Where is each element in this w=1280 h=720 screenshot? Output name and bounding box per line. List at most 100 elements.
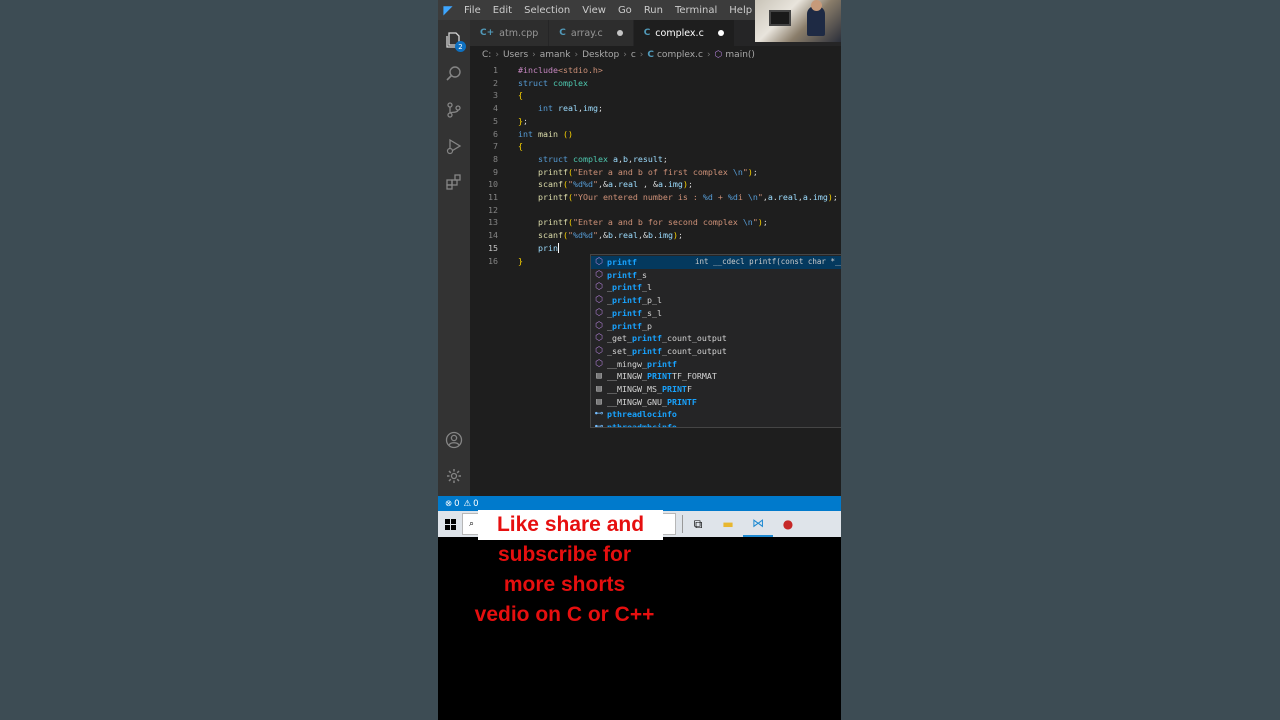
browser-taskbar-icon[interactable]: ●	[773, 511, 803, 537]
video-frame: ◤ File Edit Selection View Go Run Termin…	[438, 0, 841, 720]
suggestion-label: _get_printf_count_output	[607, 333, 727, 344]
code-line[interactable]: 5};	[470, 115, 841, 128]
code-text: }	[518, 255, 523, 266]
suggestion-item[interactable]: ▤ __MINGW_MS_PRINTF	[591, 383, 841, 396]
constant-icon: ▤	[596, 384, 602, 394]
line-number: 2	[493, 77, 498, 88]
explorer-icon[interactable]: 2	[442, 28, 466, 52]
run-debug-icon[interactable]	[442, 134, 466, 158]
account-icon[interactable]	[442, 428, 466, 452]
webcam-person-head	[811, 0, 822, 11]
code-line[interactable]: 3{	[470, 89, 841, 102]
menu-run[interactable]: Run	[638, 5, 669, 16]
constant-icon: ▤	[596, 371, 602, 382]
suggestion-item[interactable]: ▤ __MINGW_GNU_PRINTF	[591, 396, 841, 409]
menu-file[interactable]: File	[458, 5, 487, 16]
code-text: int main ()	[518, 128, 573, 139]
menu-selection[interactable]: Selection	[518, 5, 576, 16]
code-line[interactable]: 2 struct complex	[470, 77, 841, 90]
code-text: prin	[537, 242, 559, 254]
line-number: 1	[493, 65, 498, 75]
suggestion-item[interactable]: ⬡ _printf_l	[591, 281, 841, 294]
tab-complex-c[interactable]: C complex.c	[633, 20, 735, 46]
code-line[interactable]: 10 scanf("%d%d",&a.real , &a.img);	[470, 178, 841, 191]
suggestion-item[interactable]: ⬡ _printf_p	[591, 320, 841, 333]
breadcrumb-symbol[interactable]: main()	[725, 50, 755, 60]
tab-label: array.c	[570, 27, 603, 39]
code-line[interactable]: 6 int main ()	[470, 128, 841, 141]
caption-line: Like share and	[478, 510, 663, 540]
c-file-icon: C	[647, 50, 654, 60]
menu-terminal[interactable]: Terminal	[669, 5, 723, 16]
suggestion-item[interactable]: ⬡ __mingw_printf	[591, 358, 841, 371]
suggestion-label: _printf_l	[607, 282, 652, 293]
method-icon: ⬡	[595, 295, 603, 306]
breadcrumb-item[interactable]: amank	[540, 50, 571, 60]
suggestion-label: __MINGW_MS_PRINTF	[607, 384, 692, 394]
constant-icon: ▤	[596, 396, 602, 407]
tab-atm-cpp[interactable]: C+ atm.cpp	[470, 20, 550, 46]
menu-help[interactable]: Help	[723, 5, 758, 16]
breadcrumb: C: › Users › amank › Desktop › c › C complex.…	[470, 46, 841, 64]
warning-count[interactable]: 0	[473, 499, 478, 509]
line-number: 9	[493, 166, 498, 177]
menu-view[interactable]: View	[576, 5, 612, 16]
search-icon[interactable]	[442, 62, 466, 86]
unsaved-dot-icon[interactable]	[616, 30, 623, 36]
chevron-right-icon: ›	[623, 50, 627, 60]
unsaved-dot-icon[interactable]	[717, 30, 724, 36]
status-bar: ⊗ 0 ⚠ 0	[438, 496, 841, 511]
breadcrumb-file[interactable]: complex.c	[657, 50, 703, 60]
code-line[interactable]: 9 printf("Enter a and b of first complex…	[470, 166, 841, 179]
gear-icon[interactable]	[442, 464, 466, 488]
code-line[interactable]: 15 prin	[470, 242, 841, 255]
line-number: 15	[488, 242, 498, 253]
code-text: printf("Enter a and b of first complex \…	[537, 166, 758, 177]
menu-go[interactable]: Go	[612, 5, 638, 16]
breadcrumb-item[interactable]: c	[631, 50, 636, 60]
code-editor[interactable]: 1 #include<stdio.h> 2 struct complex 3{4 int…	[470, 64, 841, 496]
code-text: printf("YOur entered number is : %d + %d…	[537, 192, 838, 202]
suggestion-item[interactable]: ▤ __MINGW_PRINTTF_FORMAT	[591, 370, 841, 383]
text-cursor	[557, 243, 559, 254]
method-icon: ⬡	[714, 50, 723, 60]
suggestion-item[interactable]: ⬡ _get_printf_count_output	[591, 332, 841, 345]
code-line[interactable]: 11 printf("YOur entered number is : %d +…	[470, 191, 841, 204]
code-line[interactable]: 13 printf("Enter a and b for second comp…	[470, 216, 841, 229]
suggestion-item[interactable]: ⬡ printf_s	[591, 269, 841, 282]
suggestion-item[interactable]: ⬡ _printf_p_l	[591, 294, 841, 307]
extensions-icon[interactable]	[442, 170, 466, 194]
error-count[interactable]: 0	[454, 499, 459, 509]
caption-line: vedio on C or C++	[474, 603, 655, 626]
code-line[interactable]: 14 scanf("%d%d",&b.real,&b.img);	[470, 229, 841, 242]
tab-array-c[interactable]: C array.c	[549, 20, 634, 46]
error-icon: ⊗	[445, 498, 453, 509]
suggestion-item[interactable]: ⬡ _printf_s_l	[591, 307, 841, 320]
webcam-overlay	[755, 0, 841, 42]
code-line[interactable]: 1 #include<stdio.h>	[470, 64, 841, 77]
breadcrumb-item[interactable]: C:	[482, 50, 491, 60]
suggestion-label: __mingw_printf	[607, 358, 677, 369]
chevron-right-icon: ›	[495, 50, 499, 60]
code-line[interactable]: 7{	[470, 140, 841, 153]
code-line[interactable]: 12	[470, 204, 841, 217]
suggestion-item[interactable]: ⬡ _set_printf_count_output	[591, 345, 841, 358]
breadcrumb-item[interactable]: Desktop	[582, 50, 619, 60]
suggestion-label: __MINGW_PRINTTF_FORMAT	[607, 371, 717, 382]
promo-caption: Like share and subscribe for more shorts…	[438, 510, 691, 630]
breadcrumb-item[interactable]: Users	[503, 50, 528, 60]
vscode-taskbar-icon[interactable]: ⋈	[743, 511, 773, 537]
file-explorer-icon[interactable]: ▬	[713, 511, 743, 537]
suggestion-item[interactable]: ⊷ pthreadlocinfo	[591, 408, 841, 421]
code-line[interactable]: 4 int real,img;	[470, 102, 841, 115]
suggestion-item[interactable]: ⊷ pthreadmbcinfo	[591, 421, 841, 427]
suggestion-item[interactable]: ⬡ printf int __cdecl printf(const char *__…	[591, 256, 841, 269]
method-icon: ⬡	[595, 307, 603, 318]
source-control-icon[interactable]	[442, 98, 466, 122]
code-text: struct complex	[518, 77, 588, 88]
code-line[interactable]: 8 struct complex a,b,result;	[470, 153, 841, 166]
menu-edit[interactable]: Edit	[487, 5, 518, 16]
suggestion-label: _printf_s_l	[607, 307, 662, 318]
caption-line: subscribe for	[497, 543, 632, 566]
suggestion-label: _set_printf_count_output	[607, 345, 727, 356]
